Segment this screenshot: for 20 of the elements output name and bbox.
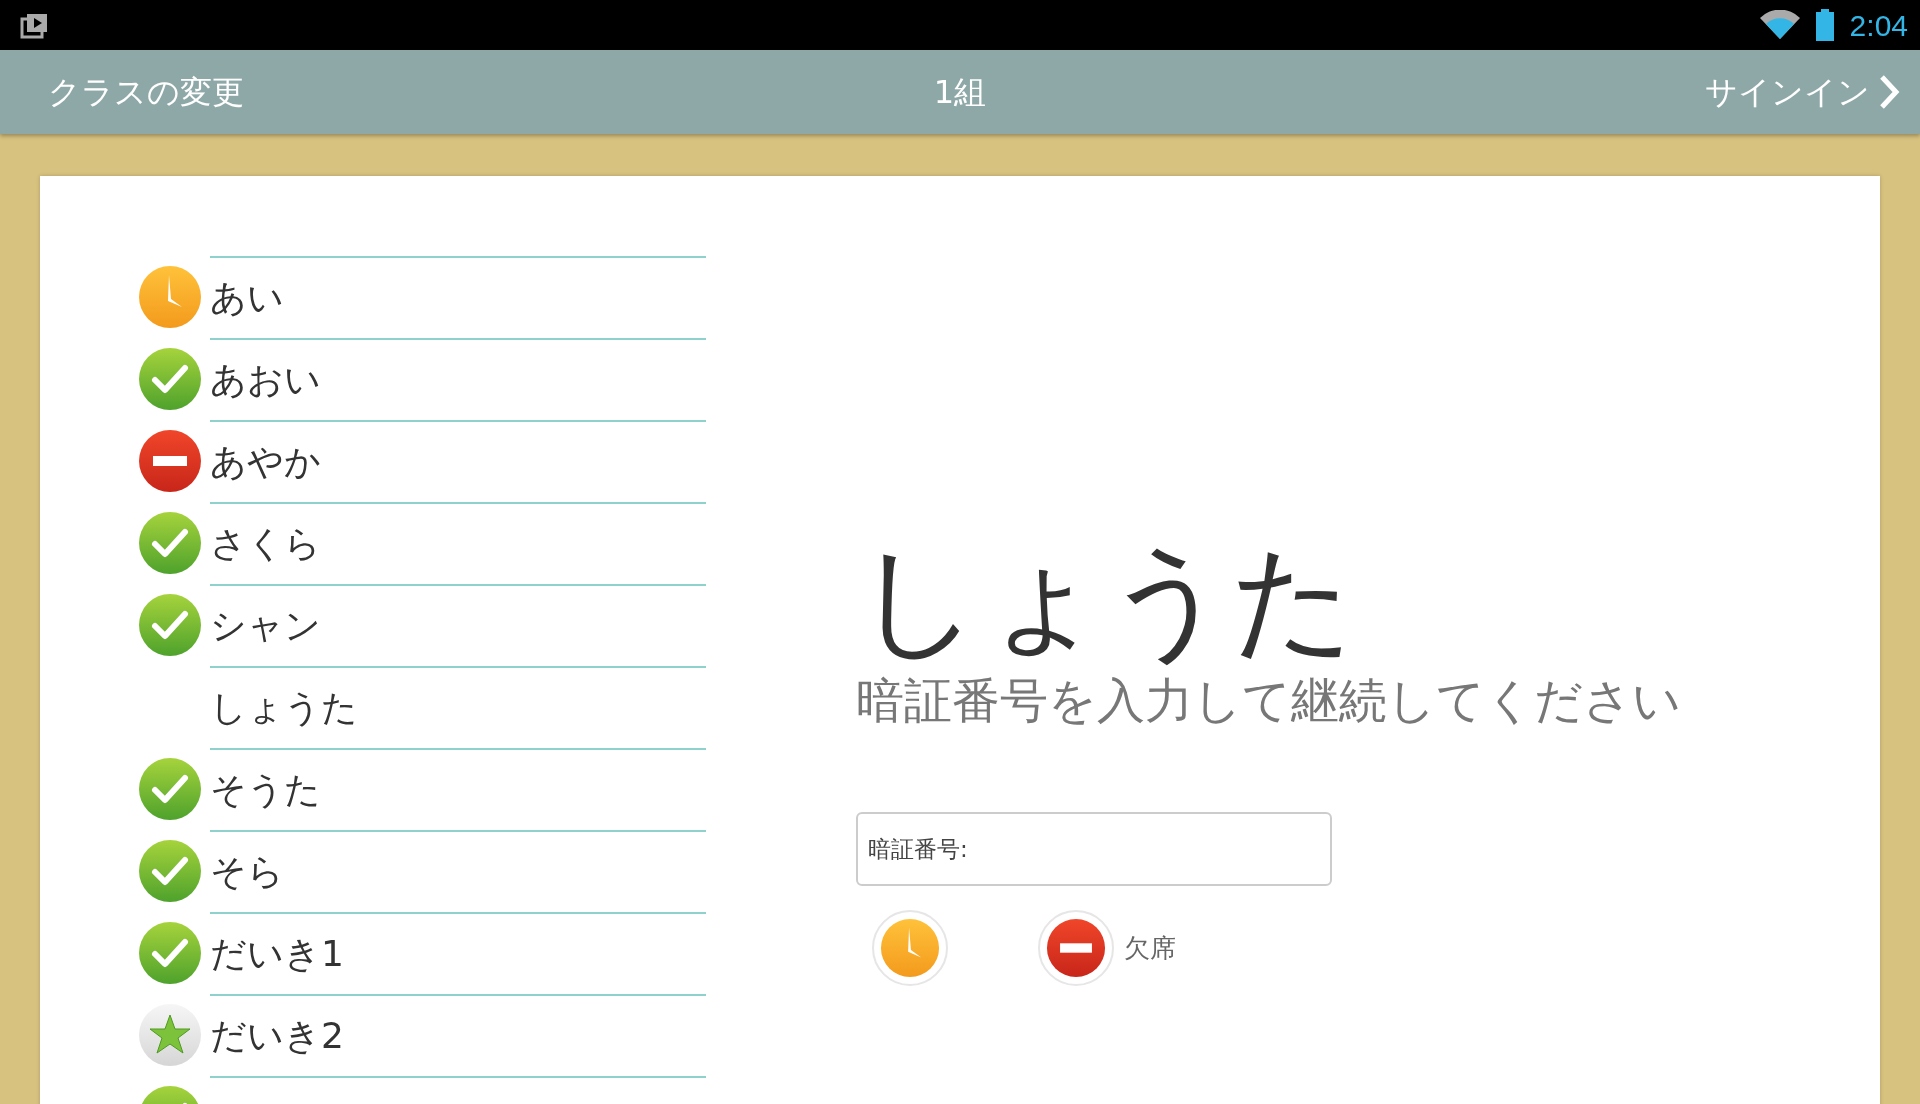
student-list-item[interactable]: そら [210,845,284,899]
student-list-item[interactable]: だいき1 [210,927,344,981]
pin-field[interactable]: 暗証番号: [856,812,1332,887]
student-list-item[interactable]: あおい [210,353,321,407]
absent-label: 欠席 [1124,931,1176,965]
pin-prompt: 暗証番号を入力して継続してください [856,671,1681,731]
battery-icon [1815,9,1834,41]
student-name: しょうた [856,536,1357,665]
clock-time: 2:04 [1849,7,1908,44]
class-title: 1組 [933,73,987,111]
chevron-right-icon [1878,74,1900,110]
student-list-item[interactable]: そうた [210,763,321,817]
student-list-item[interactable]: さくら [210,517,321,571]
student-list-item[interactable]: シャン [210,599,321,653]
student-list-item[interactable]: しょうた [210,681,358,735]
student-list-item[interactable]: あやか [210,435,321,489]
wifi-icon [1759,10,1800,40]
student-list-item[interactable]: だいき2 [210,1009,344,1063]
notification-icon [20,11,50,39]
student-list-item[interactable]: あい [210,271,284,325]
